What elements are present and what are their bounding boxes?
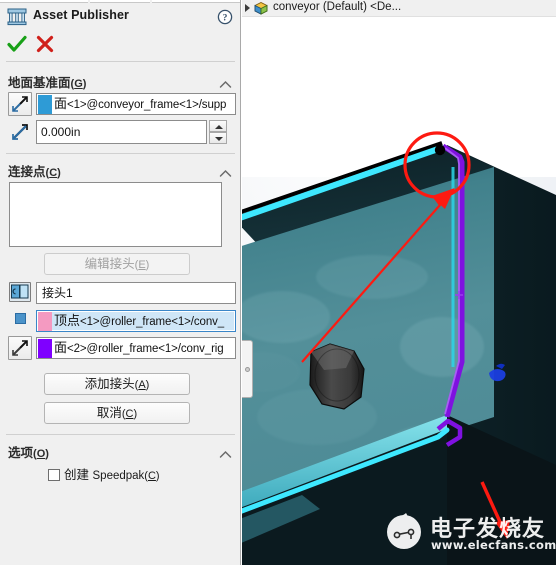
- offset-spinner[interactable]: [209, 120, 227, 144]
- page-title: Asset Publisher: [33, 8, 129, 22]
- chevron-up-icon-ground-plane[interactable]: [219, 76, 232, 88]
- tree-expand-arrow-icon[interactable]: [245, 4, 250, 12]
- assembly-part-icon: [253, 1, 269, 15]
- selection-color-swatch-face: [38, 339, 52, 358]
- section-mnemonic-ground-plane: G: [74, 78, 83, 90]
- vertex-selection-field[interactable]: 顶点<1>@roller_frame<1>/conv_: [36, 310, 236, 332]
- section-mnemonic-connection-points: C: [49, 167, 58, 179]
- cancel-x-button[interactable]: [34, 33, 56, 55]
- add-connector-mnemonic: A: [138, 379, 146, 391]
- panel-confirm-bar: [0, 31, 240, 57]
- vertex-sel-cjk: 顶点: [54, 313, 81, 328]
- watermark: 电子发烧友 www.elecfans.com: [384, 507, 556, 557]
- chevron-up-icon-options[interactable]: [219, 446, 232, 458]
- vertex-point-icon: [15, 313, 26, 324]
- svg-text:?: ?: [223, 13, 228, 23]
- selection-color-swatch-vertex: [38, 312, 52, 331]
- edit-connector-button: 编辑接头(E): [44, 253, 190, 275]
- section-header-connection-points[interactable]: 连接点(C): [8, 161, 61, 180]
- create-speedpak-mnemonic: C: [147, 470, 156, 482]
- section-label-options: 选项: [8, 446, 34, 460]
- spinner-down-icon[interactable]: [209, 132, 227, 144]
- ground-face-selection-field[interactable]: 面<1>@conveyor_frame<1>/supp: [36, 93, 236, 115]
- asset-publisher-icon: [7, 7, 27, 26]
- feature-tree-bar: conveyor (Default) <De...: [242, 0, 556, 17]
- conn-face-cjk: 面: [54, 340, 68, 355]
- add-connector-label: 添加接头: [84, 377, 135, 391]
- vertex-selection-text: 顶点<1>@roller_frame<1>/conv_: [54, 311, 234, 331]
- face-select-icon-connector[interactable]: [8, 336, 32, 360]
- divider-1: [6, 61, 235, 62]
- cancel-connector-mnemonic: C: [125, 408, 134, 420]
- connector-face-selection-text: 面<2>@roller_frame<1>/conv_rig: [54, 338, 234, 358]
- vertex-marker: [434, 144, 446, 156]
- connector-name-field[interactable]: 接头1: [36, 282, 236, 304]
- edit-connector-label: 编辑接头: [84, 257, 135, 271]
- section-mnemonic-options: O: [36, 448, 46, 460]
- section-label-ground-plane: 地面基准面: [8, 76, 71, 90]
- model-canvas[interactable]: [242, 17, 556, 565]
- vertex-sel-ascii: <1>@roller_frame<1>/conv_: [80, 316, 225, 328]
- section-label-connection-points: 连接点: [8, 165, 46, 179]
- panel-resize-handle-icon[interactable]: [242, 340, 253, 398]
- create-speedpak-label-ascii: Speedpak: [92, 470, 145, 482]
- ground-face-ascii: <1>@conveyor_frame<1>/supp: [67, 99, 227, 111]
- create-speedpak-checkbox[interactable]: [48, 469, 60, 481]
- offset-distance-icon: [8, 120, 32, 144]
- ground-face-cjk: 面: [54, 96, 68, 111]
- divider-2: [6, 153, 235, 154]
- section-header-options[interactable]: 选项(O): [8, 442, 49, 461]
- graphics-viewport[interactable]: conveyor (Default) <De... 电子发烧友 www.elec…: [242, 0, 556, 565]
- cancel-connector-label: 取消: [96, 406, 122, 420]
- help-question-icon[interactable]: ?: [217, 9, 233, 25]
- watermark-url: www.elecfans.com: [431, 538, 556, 552]
- add-connector-button[interactable]: 添加接头(A): [44, 373, 190, 395]
- connector-icon: [9, 282, 31, 302]
- connector-face-selection-field[interactable]: 面<2>@roller_frame<1>/conv_rig: [36, 337, 236, 359]
- face-select-icon-ground[interactable]: [8, 92, 32, 116]
- create-speedpak-label-cjk: 创建: [64, 468, 90, 482]
- edit-connector-mnemonic: E: [138, 259, 146, 271]
- section-header-ground-plane[interactable]: 地面基准面(G): [8, 72, 86, 91]
- offset-distance-input[interactable]: 0.000in: [36, 120, 207, 144]
- app-root: Asset Publisher ? 地面基准面(G) 面<1>@conveyor…: [0, 0, 556, 565]
- ok-button[interactable]: [6, 33, 28, 55]
- chevron-up-icon-connection-points[interactable]: [219, 165, 232, 177]
- tree-item-label[interactable]: conveyor (Default) <De...: [273, 1, 401, 13]
- cancel-connector-button[interactable]: 取消(C): [44, 402, 190, 424]
- property-manager-panel: Asset Publisher ? 地面基准面(G) 面<1>@conveyor…: [0, 0, 241, 565]
- conn-face-ascii: <2>@roller_frame<1>/conv_rig: [67, 343, 224, 355]
- selection-color-swatch-ground: [38, 95, 52, 114]
- divider-3: [6, 434, 235, 435]
- panel-header: Asset Publisher ?: [0, 4, 240, 30]
- ground-face-selection-text: 面<1>@conveyor_frame<1>/supp: [54, 94, 234, 114]
- elecfans-logo-icon: [384, 511, 424, 551]
- create-speedpak-checkbox-row[interactable]: 创建 Speedpak(C): [48, 464, 160, 483]
- spinner-up-icon[interactable]: [209, 120, 227, 132]
- connection-points-listbox[interactable]: [9, 182, 222, 247]
